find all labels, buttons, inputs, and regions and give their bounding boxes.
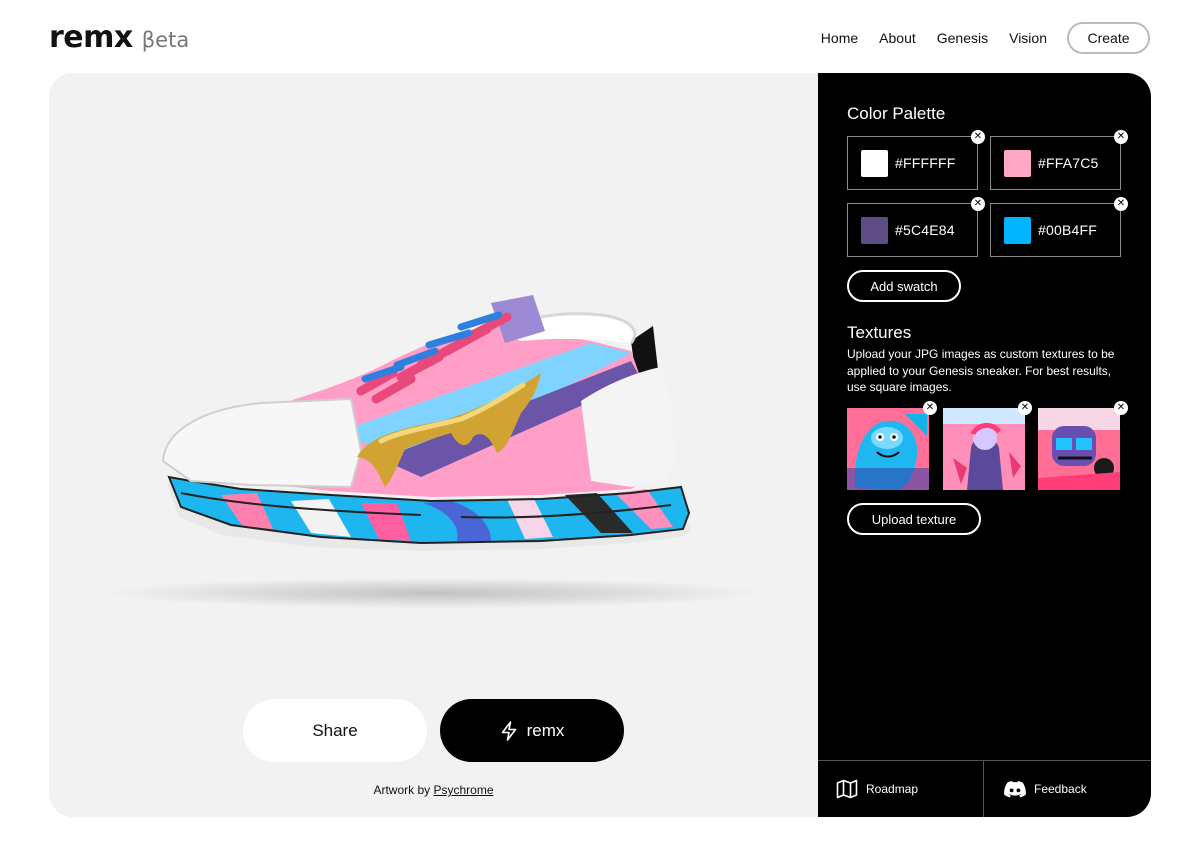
feedback-label: Feedback <box>1034 782 1087 796</box>
swatch-1[interactable]: #FFFFFF <box>847 136 978 190</box>
remove-texture-3-icon[interactable]: ✕ <box>1114 401 1128 415</box>
main-nav: Home About Genesis Vision Create <box>821 22 1150 54</box>
swatch-hex: #FFFFFF <box>895 155 956 171</box>
panel-footer: Roadmap Feedback <box>818 760 1151 817</box>
add-swatch-button[interactable]: Add swatch <box>847 270 961 302</box>
sneaker-shadow <box>109 578 759 608</box>
color-palette-heading: Color Palette <box>847 104 946 123</box>
discord-icon <box>1004 780 1026 797</box>
sneaker-preview[interactable]: Share remx Artwork by Psychrome <box>49 73 818 817</box>
texture-art-3 <box>1038 408 1120 490</box>
remx-button-label: remx <box>526 720 565 740</box>
texture-art-1 <box>847 408 929 490</box>
upload-texture-button[interactable]: Upload texture <box>847 503 981 535</box>
textures-description: Upload your JPG images as custom texture… <box>847 347 1115 394</box>
create-button[interactable]: Create <box>1067 22 1150 54</box>
swatch-3[interactable]: #5C4E84 <box>847 203 978 257</box>
top-bar: remx βeta Home About Genesis Vision Crea… <box>0 0 1200 74</box>
action-row: Share remx <box>243 699 624 762</box>
nav-about-link[interactable]: About <box>879 30 916 46</box>
remove-swatch-3-icon[interactable]: ✕ <box>971 197 985 211</box>
roadmap-link[interactable]: Roadmap <box>818 761 983 817</box>
remove-texture-1-icon[interactable]: ✕ <box>923 401 937 415</box>
lightning-bolt-icon <box>501 720 516 741</box>
nav-home-link[interactable]: Home <box>821 30 858 46</box>
beta-badge: βeta <box>141 28 190 52</box>
swatch-hex: #FFA7C5 <box>1038 155 1099 171</box>
customize-panel: Color Palette #FFFFFF ✕ #FFA7C5 ✕ #5C4E8… <box>818 73 1151 817</box>
swatch-color-chip <box>861 216 888 244</box>
texture-art-2 <box>943 408 1025 490</box>
remove-swatch-1-icon[interactable]: ✕ <box>971 130 985 144</box>
swatch-color-chip <box>861 149 888 177</box>
swatch-hex: #5C4E84 <box>895 222 955 238</box>
texture-thumbnail-3[interactable] <box>1038 408 1120 490</box>
logo[interactable]: remx βeta <box>49 20 189 55</box>
swatch-2[interactable]: #FFA7C5 <box>990 136 1121 190</box>
texture-thumbnail-1[interactable] <box>847 408 929 490</box>
nav-genesis-link[interactable]: Genesis <box>937 30 988 46</box>
swatch-hex: #00B4FF <box>1038 222 1097 238</box>
remx-button[interactable]: remx <box>440 699 624 762</box>
textures-heading: Textures <box>847 323 912 342</box>
credit-prefix: Artwork by <box>373 783 434 797</box>
artist-link[interactable]: Psychrome <box>433 783 493 797</box>
remove-texture-2-icon[interactable]: ✕ <box>1018 401 1032 415</box>
artwork-credit: Artwork by Psychrome <box>49 783 818 797</box>
sneaker-render <box>161 295 691 551</box>
feedback-link[interactable]: Feedback <box>983 761 1151 817</box>
editor-card: Share remx Artwork by Psychrome Color Pa… <box>49 73 1151 817</box>
swatch-4[interactable]: #00B4FF <box>990 203 1121 257</box>
map-icon <box>836 779 858 799</box>
texture-thumbnail-2[interactable] <box>943 408 1025 490</box>
swatch-color-chip <box>1004 149 1031 177</box>
roadmap-label: Roadmap <box>866 782 919 796</box>
remove-swatch-4-icon[interactable]: ✕ <box>1114 197 1128 211</box>
remove-swatch-2-icon[interactable]: ✕ <box>1114 130 1128 144</box>
share-button[interactable]: Share <box>243 699 427 762</box>
nav-vision-link[interactable]: Vision <box>1009 30 1047 46</box>
logo-wordmark: remx <box>49 20 133 55</box>
swatch-color-chip <box>1004 216 1031 244</box>
